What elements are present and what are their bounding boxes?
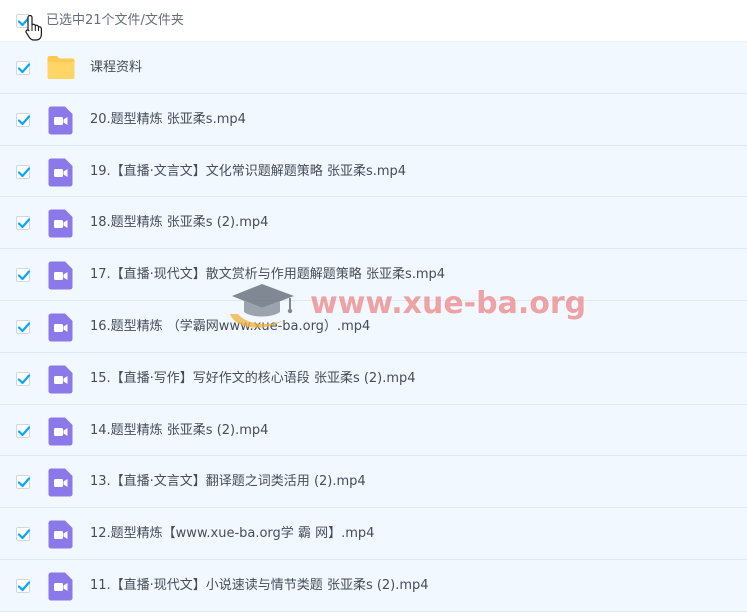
folder-icon [47, 56, 75, 79]
row-checkbox[interactable] [16, 61, 31, 75]
row-checkbox[interactable] [16, 216, 31, 231]
video-file-icon [48, 209, 73, 238]
list-item[interactable]: 19.【直播·文言文】文化常识题解题策略 张亚柔s.mp4 [0, 145, 747, 198]
video-file-icon [48, 313, 73, 342]
file-name[interactable]: 12.题型精炼【www.xue-ba.org学 霸 网】.mp4 [90, 525, 374, 542]
checkmark-icon [17, 115, 31, 125]
checkmark-icon [17, 218, 31, 229]
video-file-icon [48, 261, 73, 290]
file-list: 课程资料 20.题型精炼 张亚柔s.mp4 19.【直播·文言文】文化常识题解题… [0, 42, 747, 612]
row-checkbox[interactable] [16, 578, 31, 593]
video-file-icon [48, 365, 73, 394]
checkmark-icon [17, 581, 31, 592]
row-checkbox[interactable] [16, 164, 31, 179]
list-item[interactable]: 18.题型精炼 张亚柔s (2).mp4 [0, 197, 747, 250]
video-file-icon [48, 106, 73, 135]
checkmark-icon [17, 322, 31, 333]
row-checkbox[interactable] [16, 112, 31, 127]
list-item[interactable]: 13.【直播·文言文】翻译题之词类活用 (2).mp4 [0, 456, 747, 509]
file-name[interactable]: 19.【直播·文言文】文化常识题解题策略 张亚柔s.mp4 [90, 163, 406, 180]
checkmark-icon [17, 477, 31, 488]
video-file-icon [48, 520, 73, 549]
list-item[interactable]: 14.题型精炼 张亚柔s (2).mp4 [0, 404, 747, 457]
file-name[interactable]: 11.【直播·现代文】小说速读与情节类题 张亚柔s (2).mp4 [90, 577, 429, 594]
list-item[interactable]: 12.题型精炼【www.xue-ba.org学 霸 网】.mp4 [0, 508, 747, 560]
row-checkbox[interactable] [16, 423, 31, 438]
list-item[interactable]: 16.题型精炼 （学霸网www.xue-ba.org）.mp4 [0, 300, 747, 353]
row-checkbox[interactable] [16, 527, 31, 542]
video-file-icon [48, 417, 73, 446]
file-name[interactable]: 15.【直播·写作】写好作文的核心语段 张亚柔s (2).mp4 [90, 370, 416, 387]
list-item[interactable]: 17.【直播·现代文】散文赏析与作用题解题策略 张亚柔s.mp4 [0, 249, 747, 301]
row-checkbox[interactable] [16, 319, 31, 334]
video-file-icon [48, 572, 73, 601]
selection-count-label: 已选中21个文件/文件夹 [46, 13, 184, 28]
list-item[interactable]: 11.【直播·现代文】小说速读与情节类题 张亚柔s (2).mp4 [0, 559, 747, 612]
selection-header: 已选中21个文件/文件夹 [0, 0, 747, 42]
row-checkbox[interactable] [16, 268, 31, 283]
video-file-icon [48, 158, 73, 187]
video-file-icon [48, 468, 73, 497]
file-name[interactable]: 17.【直播·现代文】散文赏析与作用题解题策略 张亚柔s.mp4 [90, 266, 445, 283]
file-name[interactable]: 16.题型精炼 （学霸网www.xue-ba.org）.mp4 [90, 318, 370, 335]
list-item[interactable]: 课程资料 [0, 42, 747, 94]
file-name[interactable]: 13.【直播·文言文】翻译题之词类活用 (2).mp4 [90, 473, 366, 490]
row-checkbox[interactable] [16, 475, 31, 490]
checkmark-icon [17, 425, 31, 436]
file-name[interactable]: 20.题型精炼 张亚柔s.mp4 [90, 111, 246, 128]
file-name[interactable]: 14.题型精炼 张亚柔s (2).mp4 [90, 422, 268, 439]
checkmark-icon [17, 529, 31, 540]
file-name[interactable]: 18.题型精炼 张亚柔s (2).mp4 [90, 214, 268, 231]
checkmark-icon [17, 270, 31, 281]
checkmark-icon [17, 166, 31, 177]
hand-pointer-cursor-icon [25, 14, 42, 41]
list-item[interactable]: 20.题型精炼 张亚柔s.mp4 [0, 93, 747, 146]
row-checkbox[interactable] [16, 371, 31, 386]
checkmark-icon [17, 374, 31, 384]
file-name[interactable]: 课程资料 [90, 59, 142, 76]
list-item[interactable]: 15.【直播·写作】写好作文的核心语段 张亚柔s (2).mp4 [0, 352, 747, 405]
checkmark-icon [17, 63, 31, 74]
